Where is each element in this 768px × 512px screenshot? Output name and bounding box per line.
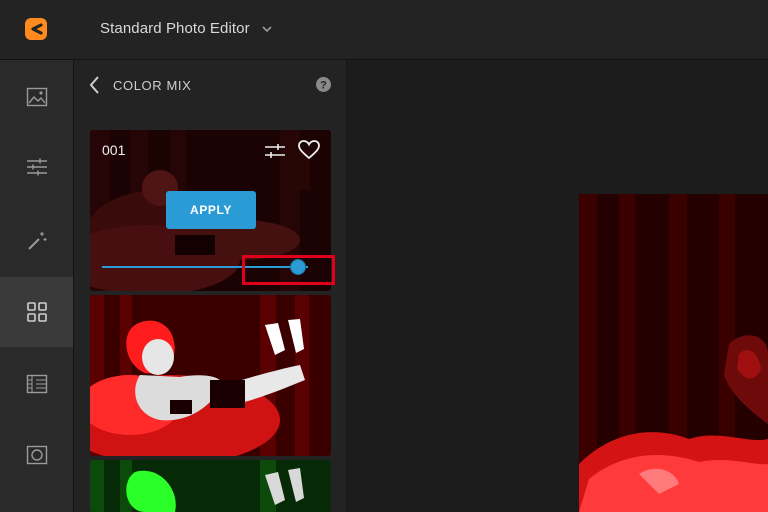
- chevron-left-icon[interactable]: [86, 74, 104, 96]
- app-logo-icon[interactable]: [24, 17, 48, 41]
- rail-item-overlays[interactable]: [0, 349, 73, 419]
- preset-thumbnail: [90, 295, 331, 456]
- panel-title: COLOR MIX: [113, 78, 192, 93]
- magic-wand-icon: [27, 232, 46, 250]
- grid-icon: [26, 302, 47, 322]
- editor-canvas: [347, 60, 768, 512]
- sliders-icon: [26, 158, 47, 176]
- preset-card[interactable]: [90, 295, 331, 456]
- preset-label: 001: [102, 142, 126, 158]
- heart-icon[interactable]: [298, 140, 320, 160]
- rail-item-adjust[interactable]: [0, 132, 73, 202]
- rail-item-effects[interactable]: [0, 206, 73, 276]
- slider-highlight-box: [242, 255, 335, 285]
- rail-item-image[interactable]: [0, 62, 73, 132]
- film-icon: [26, 374, 47, 394]
- image-icon: [26, 87, 47, 107]
- main-image: [579, 194, 768, 512]
- color-mix-panel: COLOR MIX ? 001 APPLY: [74, 60, 347, 512]
- adjust-icon[interactable]: [264, 141, 286, 161]
- rail-item-vignette[interactable]: [0, 420, 73, 490]
- vignette-icon: [26, 445, 47, 465]
- preset-card[interactable]: [90, 460, 331, 512]
- help-icon[interactable]: ?: [316, 77, 331, 92]
- preset-thumbnail: [90, 460, 331, 512]
- chevron-down-icon[interactable]: [260, 22, 274, 36]
- apply-button[interactable]: APPLY: [166, 191, 256, 229]
- rail-item-presets[interactable]: [0, 277, 73, 347]
- tool-rail: [0, 60, 74, 512]
- svg-text:?: ?: [320, 80, 327, 92]
- app-title[interactable]: Standard Photo Editor: [100, 20, 250, 37]
- top-bar: Standard Photo Editor: [0, 0, 768, 60]
